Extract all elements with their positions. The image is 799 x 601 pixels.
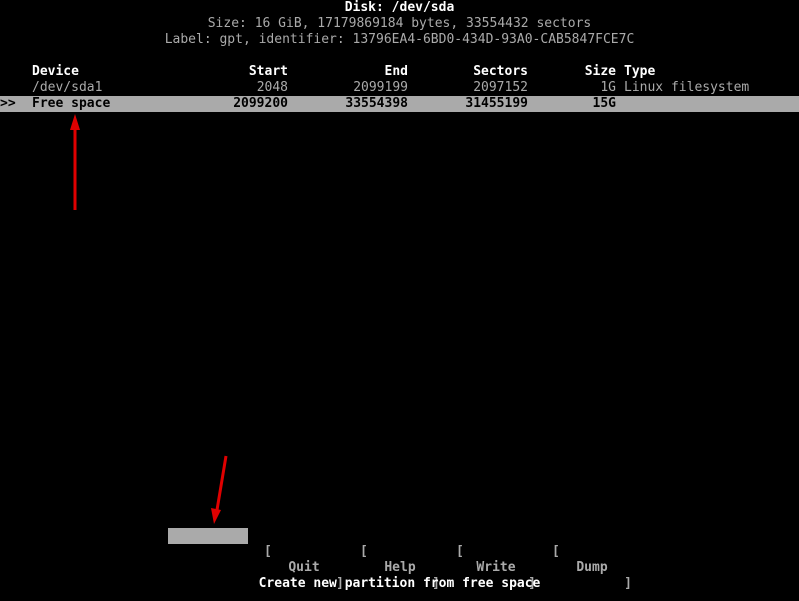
cfdisk-screen: Disk: /dev/sda Size: 16 GiB, 17179869184…	[0, 0, 799, 601]
arrow-up-icon	[70, 114, 80, 210]
annotation-layer	[70, 114, 228, 524]
arrow-down-icon	[211, 455, 228, 524]
